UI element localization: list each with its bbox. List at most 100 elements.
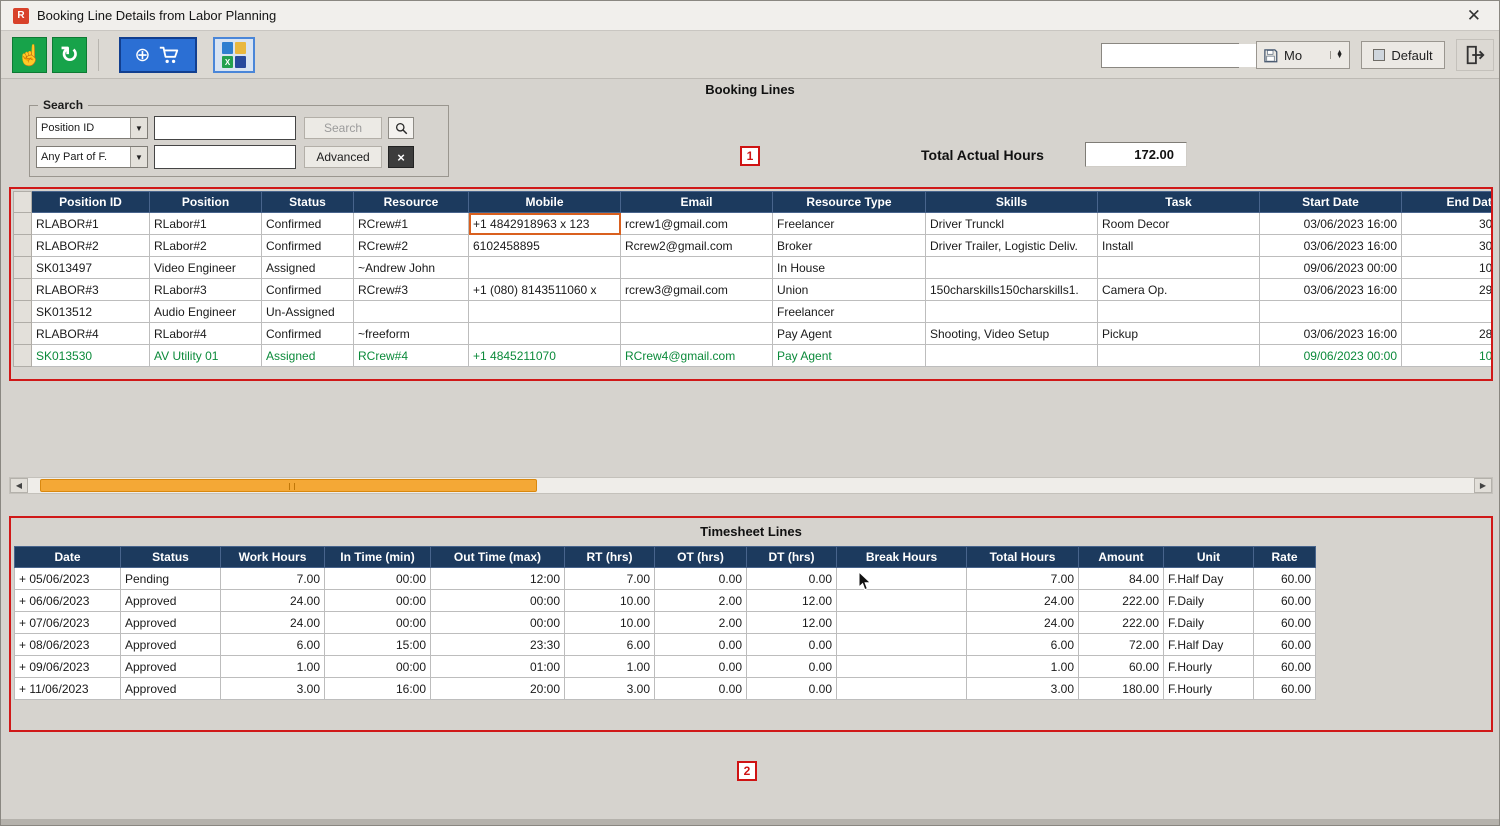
- cell[interactable]: RLABOR#4: [32, 323, 150, 345]
- cell[interactable]: rcrew3@gmail.com: [621, 279, 773, 301]
- cell[interactable]: 10.00: [565, 612, 655, 634]
- cell[interactable]: 222.00: [1079, 590, 1164, 612]
- row-selector[interactable]: [14, 301, 32, 323]
- cell[interactable]: + 11/06/2023: [15, 678, 121, 700]
- cell[interactable]: 6.00: [221, 634, 325, 656]
- cell[interactable]: 30/06/2023: [1402, 213, 1494, 235]
- column-header[interactable]: Position ID: [32, 192, 150, 213]
- cell[interactable]: Pending: [121, 568, 221, 590]
- cell[interactable]: 28/06/2023: [1402, 323, 1494, 345]
- cell[interactable]: F.Half Day: [1164, 634, 1254, 656]
- cell[interactable]: [469, 301, 621, 323]
- cell[interactable]: RLabor#1: [150, 213, 262, 235]
- cell[interactable]: [926, 257, 1098, 279]
- cell[interactable]: 0.00: [747, 568, 837, 590]
- cell[interactable]: 1.00: [565, 656, 655, 678]
- cell[interactable]: Approved: [121, 612, 221, 634]
- cell[interactable]: RCrew4@gmail.com: [621, 345, 773, 367]
- cell[interactable]: RLabor#2: [150, 235, 262, 257]
- refresh-button[interactable]: ↻: [52, 37, 87, 73]
- cell[interactable]: 7.00: [565, 568, 655, 590]
- column-header[interactable]: Resource Type: [773, 192, 926, 213]
- table-row[interactable]: RLABOR#1RLabor#1ConfirmedRCrew#1+1 48429…: [14, 213, 1494, 235]
- column-header[interactable]: Out Time (max): [431, 547, 565, 568]
- cell[interactable]: 84.00: [1079, 568, 1164, 590]
- spinner-control[interactable]: ▲ ▼: [1330, 51, 1343, 60]
- cell[interactable]: 2.00: [655, 612, 747, 634]
- cell[interactable]: 3.00: [967, 678, 1079, 700]
- column-header[interactable]: Status: [262, 192, 354, 213]
- cell[interactable]: 00:00: [325, 656, 431, 678]
- cell[interactable]: 20:00: [431, 678, 565, 700]
- column-header[interactable]: Position: [150, 192, 262, 213]
- cell[interactable]: Audio Engineer: [150, 301, 262, 323]
- chevron-down-icon[interactable]: ▼: [130, 147, 147, 167]
- cell[interactable]: 24.00: [967, 612, 1079, 634]
- cell[interactable]: + 08/06/2023: [15, 634, 121, 656]
- cell[interactable]: 6102458895: [469, 235, 621, 257]
- cell[interactable]: 12:00: [431, 568, 565, 590]
- cell[interactable]: 00:00: [325, 568, 431, 590]
- cell[interactable]: 2.00: [655, 590, 747, 612]
- cell[interactable]: Confirmed: [262, 235, 354, 257]
- cell[interactable]: SK013512: [32, 301, 150, 323]
- cell[interactable]: 10/06/2023: [1402, 257, 1494, 279]
- cell[interactable]: 0.00: [747, 656, 837, 678]
- column-header[interactable]: Skills: [926, 192, 1098, 213]
- close-icon[interactable]: ✕: [1461, 5, 1487, 26]
- column-header[interactable]: Work Hours: [221, 547, 325, 568]
- search-button[interactable]: Search: [304, 117, 382, 139]
- cell[interactable]: RLabor#4: [150, 323, 262, 345]
- cell[interactable]: Approved: [121, 678, 221, 700]
- layout-selector-input[interactable]: [1102, 44, 1265, 67]
- table-row[interactable]: + 11/06/2023Approved3.0016:0020:003.000.…: [15, 678, 1316, 700]
- table-row[interactable]: + 09/06/2023Approved1.0000:0001:001.000.…: [15, 656, 1316, 678]
- cell[interactable]: Pay Agent: [773, 323, 926, 345]
- cell[interactable]: 03/06/2023 16:00: [1260, 213, 1402, 235]
- search-magnifier-button[interactable]: [388, 117, 414, 139]
- cell[interactable]: Confirmed: [262, 279, 354, 301]
- cell[interactable]: 60.00: [1254, 634, 1316, 656]
- cell[interactable]: Rcrew2@gmail.com: [621, 235, 773, 257]
- cell[interactable]: F.Daily: [1164, 612, 1254, 634]
- cell[interactable]: 1.00: [221, 656, 325, 678]
- cell[interactable]: 3.00: [221, 678, 325, 700]
- cell[interactable]: [1098, 345, 1260, 367]
- cell[interactable]: +1 (080) 8143511060 x: [469, 279, 621, 301]
- scroll-left-icon[interactable]: ◀: [10, 478, 28, 493]
- cell[interactable]: 30/06/2023: [1402, 235, 1494, 257]
- cell[interactable]: 0.00: [655, 568, 747, 590]
- column-header[interactable]: Date: [15, 547, 121, 568]
- cell[interactable]: 3.00: [565, 678, 655, 700]
- cell[interactable]: Shooting, Video Setup: [926, 323, 1098, 345]
- add-to-cart-button[interactable]: ⊕: [119, 37, 197, 73]
- column-header[interactable]: Task: [1098, 192, 1260, 213]
- cell[interactable]: [837, 590, 967, 612]
- cell[interactable]: Assigned: [262, 257, 354, 279]
- row-selector[interactable]: [14, 213, 32, 235]
- cell[interactable]: 24.00: [221, 590, 325, 612]
- cell[interactable]: Assigned: [262, 345, 354, 367]
- cell[interactable]: 6.00: [967, 634, 1079, 656]
- cell[interactable]: RCrew#1: [354, 213, 469, 235]
- cell[interactable]: 72.00: [1079, 634, 1164, 656]
- cell[interactable]: [837, 678, 967, 700]
- cell[interactable]: 00:00: [325, 612, 431, 634]
- cell[interactable]: [621, 301, 773, 323]
- cell[interactable]: Video Engineer: [150, 257, 262, 279]
- cell[interactable]: +1 4842918963 x 123: [469, 213, 621, 235]
- cell[interactable]: 10/06/2023: [1402, 345, 1494, 367]
- spin-down-icon[interactable]: ▼: [1336, 55, 1343, 59]
- cell[interactable]: Confirmed: [262, 323, 354, 345]
- cell[interactable]: 03/06/2023 16:00: [1260, 235, 1402, 257]
- cell[interactable]: rcrew1@gmail.com: [621, 213, 773, 235]
- row-selector[interactable]: [14, 279, 32, 301]
- cell[interactable]: 01:00: [431, 656, 565, 678]
- cell[interactable]: 15:00: [325, 634, 431, 656]
- cell[interactable]: 03/06/2023 16:00: [1260, 323, 1402, 345]
- table-row[interactable]: RLABOR#4RLabor#4Confirmed~freeformPay Ag…: [14, 323, 1494, 345]
- table-row[interactable]: SK013497Video EngineerAssigned~Andrew Jo…: [14, 257, 1494, 279]
- cell[interactable]: [621, 257, 773, 279]
- table-row[interactable]: SK013512Audio EngineerUn-AssignedFreelan…: [14, 301, 1494, 323]
- cell[interactable]: AV Utility 01: [150, 345, 262, 367]
